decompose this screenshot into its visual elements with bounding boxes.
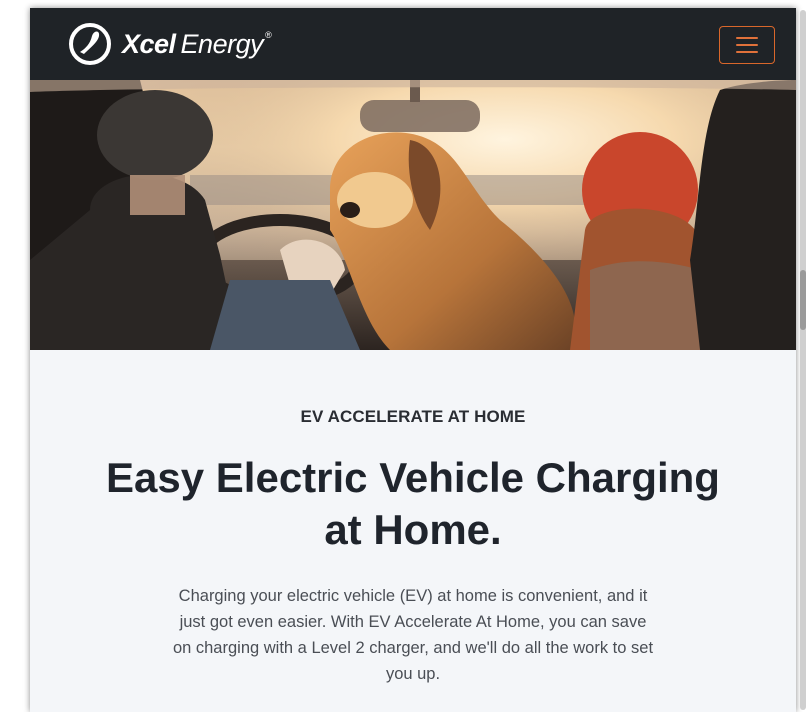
main-content: EV ACCELERATE AT HOME Easy Electric Vehi…	[30, 350, 796, 712]
logo-wordmark-xcel: Xcel	[122, 28, 176, 59]
xcel-energy-logo[interactable]: Xcel Energy ®	[68, 22, 272, 66]
page-scrollbar-track[interactable]	[800, 10, 806, 710]
hamburger-menu-button[interactable]	[719, 26, 775, 64]
logo-registered-mark: ®	[265, 30, 272, 40]
xcel-swirl-logo-icon	[69, 23, 111, 65]
browser-page: Xcel Energy ® EV ACCELERATE AT HOME Easy…	[30, 8, 796, 712]
hamburger-menu-icon	[736, 37, 758, 53]
page-headline: Easy Electric Vehicle Charging at Home.	[106, 454, 720, 553]
page-scrollbar-thumb[interactable]	[800, 270, 806, 330]
intro-paragraph: Charging your electric vehicle (EV) at h…	[172, 587, 654, 683]
section-eyebrow: EV ACCELERATE AT HOME	[300, 407, 526, 426]
site-header: Xcel Energy ®	[30, 8, 796, 80]
hero-image	[30, 80, 796, 350]
logo-wordmark-energy: Energy	[180, 28, 264, 59]
hero-photo-illustration	[30, 80, 796, 350]
